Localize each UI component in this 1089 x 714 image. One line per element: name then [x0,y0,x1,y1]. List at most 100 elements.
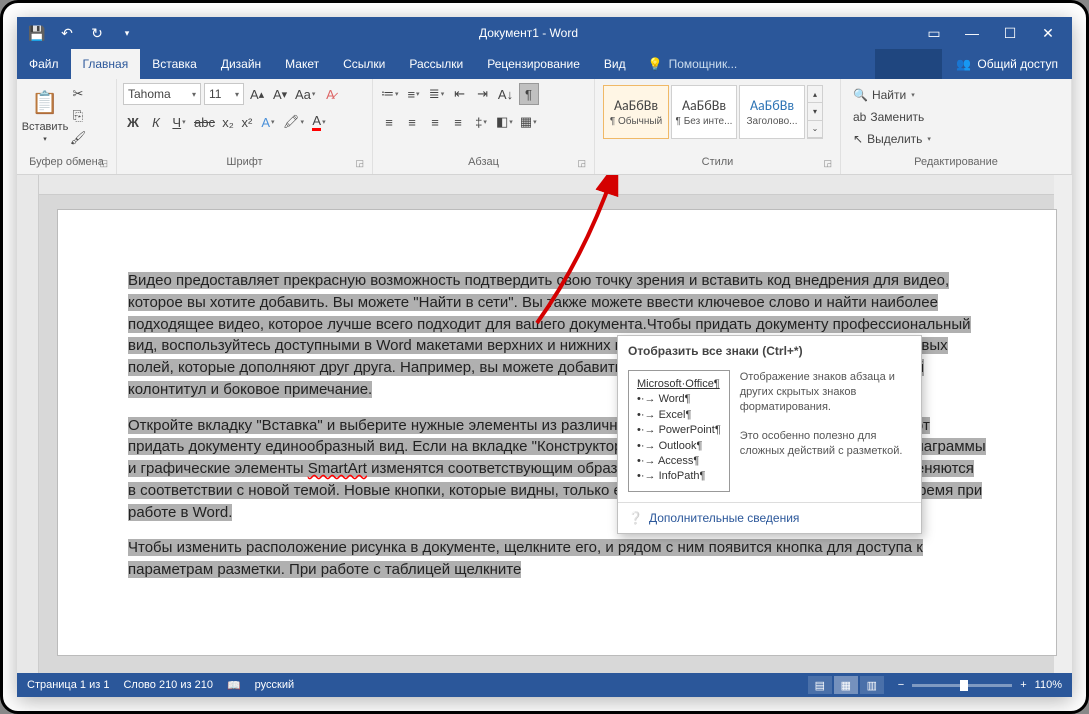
save-icon[interactable]: 💾 [29,25,45,41]
view-web-icon[interactable]: ▥ [860,676,884,694]
bullets-icon[interactable]: ≔▾ [379,83,401,105]
borders-icon[interactable]: ▦▾ [518,111,539,133]
format-painter-icon[interactable]: 🖌 [69,129,87,147]
change-case-icon[interactable]: Aa▾ [293,83,317,105]
close-icon[interactable]: ✕ [1040,25,1056,41]
view-read-icon[interactable]: ▤ [808,676,832,694]
share-button[interactable]: 👥Общий доступ [942,49,1072,79]
replace-button[interactable]: abЗаменить [853,107,931,127]
tab-mailings[interactable]: Рассылки [397,49,475,79]
style-name: ¶ Обычный [610,116,662,127]
user-account[interactable] [875,49,942,79]
select-icon: ↖ [853,132,863,146]
tab-layout[interactable]: Макет [273,49,331,79]
font-name-select[interactable]: Tahoma▾ [123,83,201,105]
italic-icon[interactable]: К [146,111,166,133]
sample-heading: Microsoft·Office¶ [637,377,721,392]
title-bar: 💾 ↶ ↻ ▾ Документ1 - Word ▭ — ☐ ✕ [17,17,1072,49]
horizontal-ruler[interactable] [39,175,1054,195]
style-no-spacing[interactable]: АаБбВв¶ Без инте... [671,85,737,139]
text-effects-icon[interactable]: A▾ [258,111,278,133]
select-button[interactable]: ↖Выделить▾ [853,129,931,149]
numbering-icon[interactable]: ≡▾ [404,83,424,105]
clipboard-launcher-icon[interactable]: ◲ [99,158,108,169]
share-label: Общий доступ [977,57,1058,71]
find-button[interactable]: 🔍Найти▾ [853,85,931,105]
tab-insert[interactable]: Вставка [140,49,209,79]
strikethrough-icon[interactable]: abc [192,111,217,133]
font-group-label: Шрифт [226,156,262,168]
sample-item: •·→ Word¶ [637,392,721,407]
decrease-indent-icon[interactable]: ⇤ [450,83,470,105]
shrink-font-icon[interactable]: A▾ [270,83,290,105]
style-heading[interactable]: АаБбВвЗаголово... [739,85,805,139]
tab-review[interactable]: Рецензирование [475,49,592,79]
tooltip-more-link[interactable]: ❔Дополнительные сведения [618,502,921,533]
sample-item: •·→ Excel¶ [637,408,721,423]
paste-button[interactable]: 📋 Вставить ▾ [23,83,67,147]
zoom-value[interactable]: 110% [1035,679,1062,691]
highlight-icon[interactable]: 🖍▾ [281,111,306,133]
document-area: Видео предоставляет прекрасную возможнос… [17,175,1072,673]
tab-file[interactable]: Файл [17,49,71,79]
cut-icon[interactable]: ✂ [69,85,87,103]
tab-home[interactable]: Главная [71,49,141,79]
vertical-ruler[interactable] [17,175,39,673]
font-size-select[interactable]: 11▾ [204,83,244,105]
shading-icon[interactable]: ◧▾ [494,111,515,133]
sample-item: •·→ Access¶ [637,454,721,469]
tell-me-label: Помощник... [669,57,738,71]
tooltip-description: Отображение знаков абзаца и других скрыт… [740,370,911,492]
view-print-icon[interactable]: ▦ [834,676,858,694]
font-launcher-icon[interactable]: ◲ [355,158,364,169]
show-marks-icon[interactable]: ¶ [519,83,539,105]
font-color-icon[interactable]: A▾ [309,111,329,133]
maximize-icon[interactable]: ☐ [1002,25,1018,41]
tell-me[interactable]: 💡 Помощник... [638,49,875,79]
styles-scroll[interactable]: ▴▾⌄ [807,85,823,139]
sample-item: •·→ Outlook¶ [637,439,721,454]
style-preview: АаБбВв [614,97,658,114]
justify-icon[interactable]: ≡ [448,111,468,133]
underline-icon[interactable]: Ч▾ [169,111,189,133]
align-right-icon[interactable]: ≡ [425,111,445,133]
increase-indent-icon[interactable]: ⇥ [473,83,493,105]
ribbon-options-icon[interactable]: ▭ [926,25,942,41]
subscript-icon[interactable]: x₂ [220,111,236,133]
line-spacing-icon[interactable]: ‡▾ [471,111,491,133]
undo-icon[interactable]: ↶ [59,25,75,41]
spellcheck-icon[interactable]: 📖 [227,679,241,692]
multilevel-icon[interactable]: ≣▾ [427,83,447,105]
bold-icon[interactable]: Ж [123,111,143,133]
bulb-icon: 💡 [648,57,663,71]
styles-launcher-icon[interactable]: ◲ [823,158,832,169]
superscript-icon[interactable]: x² [239,111,255,133]
replace-label: Заменить [870,110,924,124]
zoom-in-icon[interactable]: + [1020,679,1026,691]
styles-group-label: Стили [702,156,734,168]
status-page[interactable]: Страница 1 из 1 [27,679,109,691]
tab-references[interactable]: Ссылки [331,49,397,79]
zoom-out-icon[interactable]: − [898,679,904,691]
redo-icon[interactable]: ↻ [89,25,105,41]
clear-formatting-icon[interactable]: A̷ [320,83,340,105]
zoom-slider[interactable]: − + 110% [898,679,1062,691]
paragraph-launcher-icon[interactable]: ◲ [577,158,586,169]
ribbon-tabs: Файл Главная Вставка Дизайн Макет Ссылки… [17,49,1072,79]
paragraph-3[interactable]: Чтобы изменить расположение рисунка в до… [128,537,986,581]
align-left-icon[interactable]: ≡ [379,111,399,133]
tab-design[interactable]: Дизайн [209,49,273,79]
grow-font-icon[interactable]: A▴ [247,83,267,105]
clipboard-group-label: Буфер обмена [29,156,104,168]
status-language[interactable]: русский [255,679,294,691]
align-center-icon[interactable]: ≡ [402,111,422,133]
tab-view[interactable]: Вид [592,49,638,79]
style-normal[interactable]: АаБбВв ¶ Обычный [603,85,669,139]
qat-caret-icon[interactable]: ▾ [119,25,135,41]
style-name: ¶ Без инте... [676,116,733,127]
tooltip-desc-2: Это особенно полезно для сложных действи… [740,429,911,459]
sort-icon[interactable]: A↓ [496,83,516,105]
copy-icon[interactable]: ⎘ [69,107,87,125]
status-words[interactable]: Слово 210 из 210 [123,679,213,691]
minimize-icon[interactable]: — [964,25,980,41]
